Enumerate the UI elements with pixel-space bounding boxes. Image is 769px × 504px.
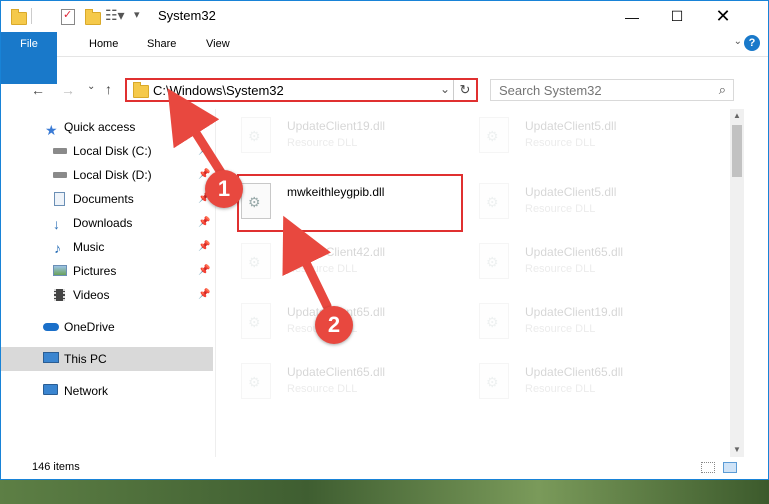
arrow-to-address-bar: [167, 88, 227, 179]
step-badge-1: 1: [205, 170, 243, 208]
step-badge-2: 2: [315, 306, 353, 344]
arrow-to-file: [282, 215, 332, 311]
annotation-arrows: [167, 88, 332, 311]
